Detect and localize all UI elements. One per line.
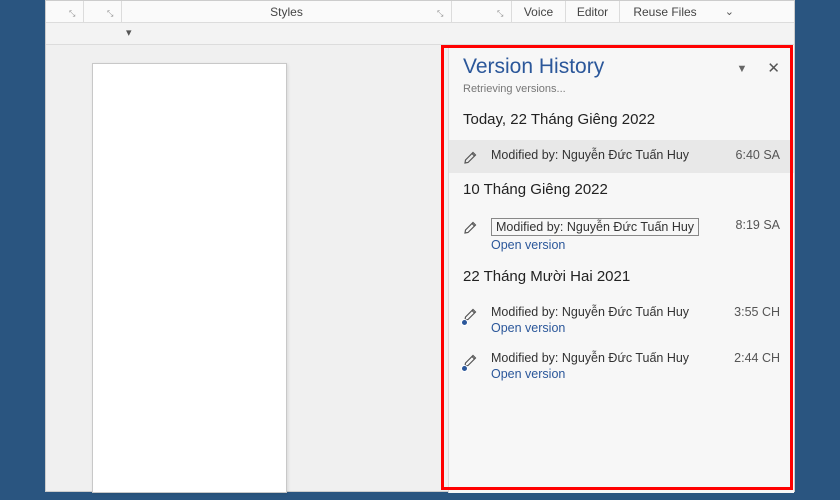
- pencil-icon: [463, 219, 481, 235]
- ribbon-group-styles: Styles ⤡: [122, 1, 452, 22]
- dialog-launcher-icon[interactable]: ⤡: [497, 9, 507, 19]
- autosave-indicator-icon: [461, 319, 468, 326]
- version-date-group: 22 Tháng Mười Hai 2021: [449, 260, 794, 297]
- version-timestamp: 3:55 CH: [734, 305, 780, 319]
- version-item[interactable]: Modified by: Nguyễn Đức Tuấn Huy Open ver…: [449, 210, 794, 260]
- ribbon-bar: ⤡ ⤡ Styles ⤡ ⤡ Voice Editor Reuse Files …: [46, 1, 794, 23]
- version-timestamp: 6:40 SA: [736, 148, 780, 162]
- ribbon-group-blank3: ⤡: [452, 1, 512, 22]
- ribbon-group-voice[interactable]: Voice: [512, 1, 566, 22]
- panel-header: Version History ▼ ✕: [449, 45, 794, 83]
- dialog-launcher-icon[interactable]: ⤡: [437, 9, 447, 19]
- modified-by-text: Modified by: Nguyễn Đức Tuấn Huy: [491, 351, 689, 365]
- document-page[interactable]: [92, 63, 287, 493]
- version-body: Modified by: Nguyễn Đức Tuấn Huy Open ver…: [491, 218, 728, 252]
- open-version-link[interactable]: Open version: [491, 238, 728, 252]
- version-body: Modified by: Nguyễn Đức Tuấn Huy: [491, 148, 728, 162]
- pencil-icon: [463, 306, 481, 322]
- ribbon-group-editor[interactable]: Editor: [566, 1, 620, 22]
- ribbon-sub-bar: ▾: [46, 23, 794, 45]
- dialog-launcher-icon[interactable]: ⤡: [69, 9, 79, 19]
- app-window: ⤡ ⤡ Styles ⤡ ⤡ Voice Editor Reuse Files …: [45, 0, 795, 492]
- dialog-launcher-icon[interactable]: ⤡: [107, 9, 117, 19]
- overflow-toggle-icon[interactable]: ▾: [126, 26, 132, 39]
- version-timestamp: 2:44 CH: [734, 351, 780, 365]
- date-group-heading: 22 Tháng Mười Hai 2021: [463, 268, 780, 285]
- version-history-panel: Version History ▼ ✕ Retrieving versions.…: [448, 45, 794, 493]
- modified-by-text: Modified by: Nguyễn Đức Tuấn Huy: [491, 218, 699, 236]
- ribbon-collapse[interactable]: ⌄: [710, 1, 738, 22]
- autosave-indicator-icon: [461, 365, 468, 372]
- pencil-icon: [463, 149, 481, 165]
- version-timestamp: 8:19 SA: [736, 218, 780, 232]
- reuse-files-label: Reuse Files: [633, 5, 696, 19]
- version-item[interactable]: Modified by: Nguyễn Đức Tuấn Huy Open ver…: [449, 297, 794, 343]
- version-item[interactable]: Modified by: Nguyễn Đức Tuấn Huy 6:40 SA: [449, 140, 794, 173]
- version-body: Modified by: Nguyễn Đức Tuấn Huy Open ver…: [491, 351, 726, 381]
- version-date-group: 10 Tháng Giêng 2022: [449, 173, 794, 210]
- date-group-heading: Today, 22 Tháng Giêng 2022: [463, 111, 780, 128]
- ribbon-group-blank2: ⤡: [84, 1, 122, 22]
- caret-down-icon: ⌄: [725, 5, 734, 18]
- version-item[interactable]: Modified by: Nguyễn Đức Tuấn Huy Open ver…: [449, 343, 794, 389]
- open-version-link[interactable]: Open version: [491, 321, 726, 335]
- ribbon-group-blank1: ⤡: [46, 1, 84, 22]
- panel-dropdown-icon[interactable]: ▼: [737, 63, 748, 75]
- modified-by-text: Modified by: Nguyễn Đức Tuấn Huy: [491, 305, 689, 319]
- version-body: Modified by: Nguyễn Đức Tuấn Huy Open ver…: [491, 305, 726, 335]
- styles-group-label: Styles: [128, 5, 445, 19]
- open-version-link[interactable]: Open version: [491, 367, 726, 381]
- modified-by-text: Modified by: Nguyễn Đức Tuấn Huy: [491, 148, 689, 162]
- editor-label: Editor: [577, 5, 608, 19]
- voice-label: Voice: [524, 5, 553, 19]
- panel-title: Version History: [463, 55, 737, 79]
- version-date-group: Today, 22 Tháng Giêng 2022: [449, 103, 794, 140]
- version-groups-list: Today, 22 Tháng Giêng 2022 Modified by: N…: [449, 103, 794, 389]
- close-icon[interactable]: ✕: [767, 59, 780, 77]
- date-group-heading: 10 Tháng Giêng 2022: [463, 181, 780, 198]
- pencil-icon: [463, 352, 481, 368]
- panel-status-text: Retrieving versions...: [449, 83, 794, 103]
- ribbon-group-reuse[interactable]: Reuse Files: [620, 1, 710, 22]
